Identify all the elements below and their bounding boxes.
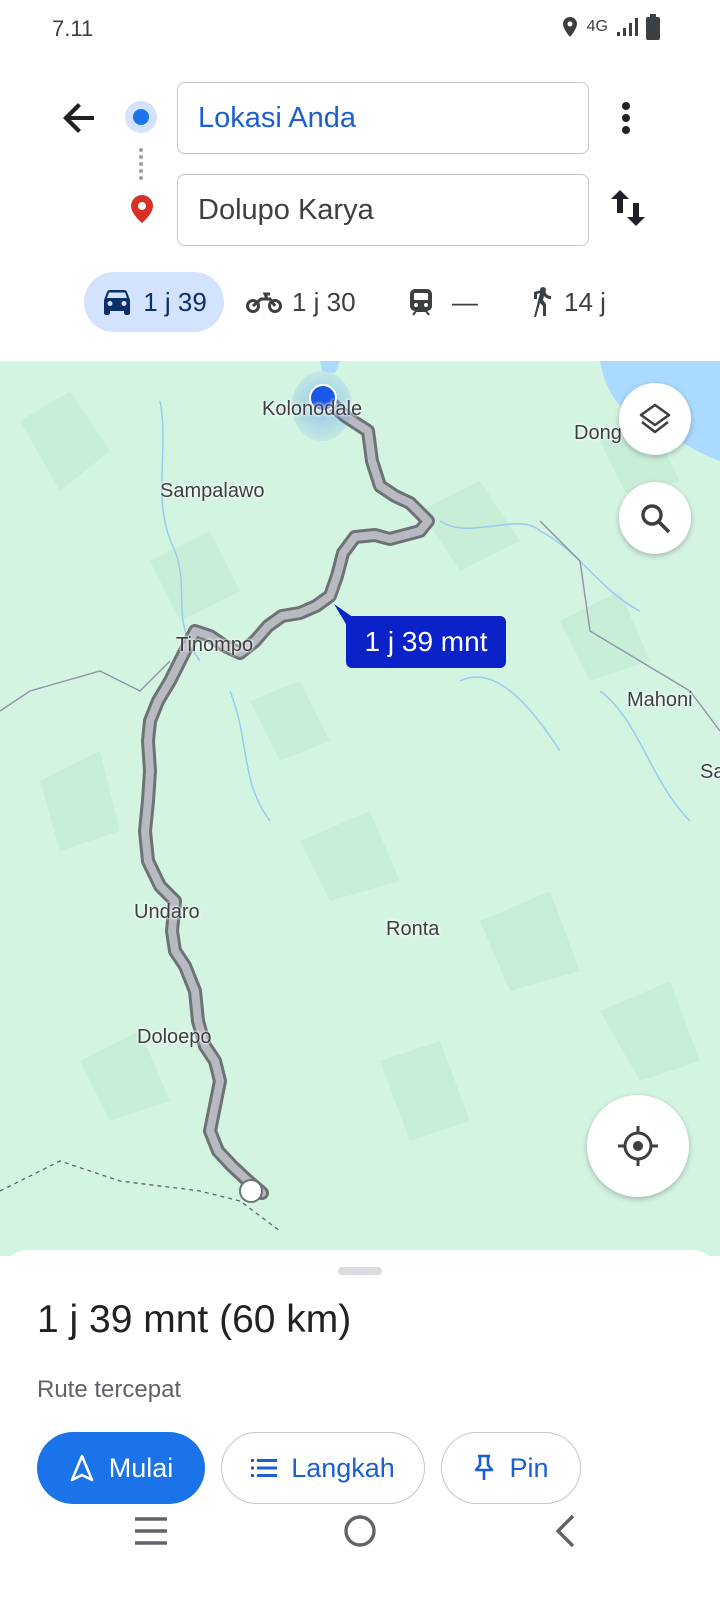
search-button[interactable] xyxy=(619,482,691,554)
pin-label: Pin xyxy=(509,1452,549,1483)
steps-label: Langkah xyxy=(291,1452,395,1483)
mode-motorcycle-label: 1 j 30 xyxy=(292,286,356,317)
start-label: Mulai xyxy=(108,1452,174,1483)
car-icon xyxy=(104,290,131,315)
search-icon xyxy=(641,504,671,534)
more-vert-icon xyxy=(622,102,630,134)
map-view[interactable]: Kolonodale Dong Sampalawo Tinompo Mahoni… xyxy=(0,361,720,1256)
place-label: Dong xyxy=(574,422,622,444)
mode-car-tab[interactable]: 1 j 39 xyxy=(84,272,224,332)
system-nav-bar xyxy=(0,1508,720,1600)
walk-icon xyxy=(534,287,551,317)
origin-dot-icon xyxy=(125,101,157,133)
navigation-arrow-icon xyxy=(70,1454,94,1482)
destination-pin-icon xyxy=(131,195,153,223)
mode-transit-label: — xyxy=(452,286,478,317)
swap-vert-icon xyxy=(611,190,645,226)
place-label: Ronta xyxy=(386,918,440,940)
list-icon xyxy=(251,1459,278,1477)
mode-walk-label: 14 j xyxy=(564,286,606,317)
pin-button[interactable]: Pin xyxy=(441,1432,581,1504)
place-label: Kolonodale xyxy=(262,398,363,420)
home-icon[interactable] xyxy=(342,1513,378,1549)
mode-car-label: 1 j 39 xyxy=(143,286,207,317)
route-dots xyxy=(139,148,147,180)
pin-icon xyxy=(475,1454,494,1480)
mode-motorcycle-tab[interactable]: 1 j 30 xyxy=(246,272,356,332)
recenter-button[interactable] xyxy=(587,1095,689,1197)
swap-route-button[interactable] xyxy=(608,186,648,230)
sheet-drag-handle[interactable] xyxy=(338,1267,382,1275)
mode-transit-tab[interactable]: — xyxy=(408,272,478,332)
arrow-back-icon xyxy=(63,103,94,133)
mode-walk-tab[interactable]: 14 j xyxy=(528,272,606,332)
start-navigation-button[interactable]: Mulai xyxy=(37,1432,205,1504)
signal-icon xyxy=(617,18,638,36)
back-button[interactable] xyxy=(58,96,102,140)
back-nav-icon[interactable] xyxy=(554,1514,576,1548)
my-location-icon xyxy=(618,1126,658,1166)
more-options-button[interactable] xyxy=(612,96,640,140)
status-time: 7.11 xyxy=(52,16,94,41)
route-summary: 1 j 39 mnt (60 km) xyxy=(37,1298,352,1341)
origin-field[interactable]: Lokasi Anda xyxy=(177,82,589,154)
layers-icon xyxy=(639,403,671,434)
layers-button[interactable] xyxy=(619,383,691,455)
motorcycle-icon xyxy=(246,292,282,313)
route-end-marker xyxy=(239,1179,263,1203)
destination-field[interactable]: Dolupo Karya xyxy=(177,174,589,246)
place-label: Tinompo xyxy=(176,634,254,656)
place-label: Doloepo xyxy=(137,1026,212,1048)
train-icon xyxy=(410,289,432,316)
place-label: Sampalawo xyxy=(160,480,265,502)
battery-icon xyxy=(646,14,660,40)
recent-apps-icon[interactable] xyxy=(134,1516,168,1546)
place-label: Sa xyxy=(700,761,720,783)
location-icon xyxy=(562,17,577,37)
place-label: Undaro xyxy=(134,901,200,923)
place-label: Mahoni xyxy=(627,689,693,711)
status-icons: 4G xyxy=(561,14,660,40)
route-subtitle: Rute tercepat xyxy=(37,1376,182,1403)
eta-bubble[interactable]: 1 j 39 mnt xyxy=(346,616,506,668)
steps-button[interactable]: Langkah xyxy=(221,1432,425,1504)
network-type-label: 4G xyxy=(586,18,608,35)
